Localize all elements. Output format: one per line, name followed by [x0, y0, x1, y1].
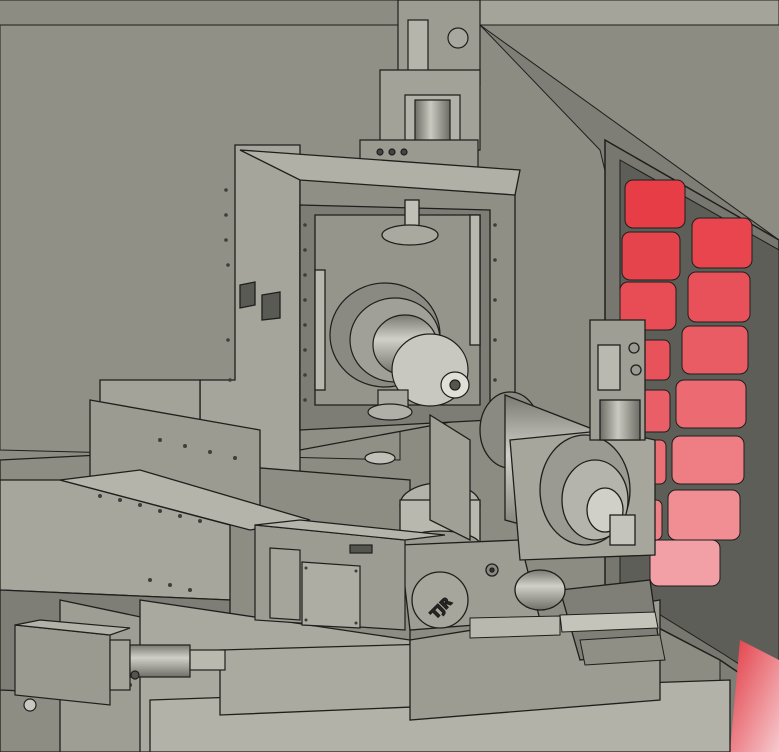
- cad-machine-scene: TJR: [0, 0, 779, 752]
